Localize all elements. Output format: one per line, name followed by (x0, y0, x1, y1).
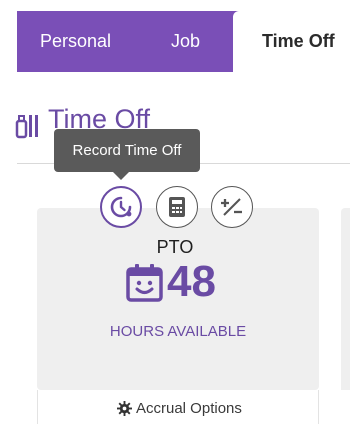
balance-value: 48 (167, 257, 216, 306)
tooltip-arrow (113, 172, 129, 180)
calculator-button[interactable] (156, 186, 198, 228)
tab-personal[interactable]: Personal (40, 11, 111, 72)
balance-label: HOURS AVAILABLE (109, 323, 247, 340)
record-time-off-button[interactable] (100, 186, 142, 228)
tab-time-off-label: Time Off (262, 31, 335, 51)
calculator-icon (169, 197, 185, 217)
pto-label: PTO (156, 237, 194, 257)
suitcase-icon (15, 115, 38, 139)
next-card-edge (341, 208, 350, 390)
accrual-options-link[interactable]: Accrual Options (136, 400, 242, 417)
calendar-smile-icon (126, 264, 163, 302)
adjust-balance-button[interactable] (211, 186, 253, 228)
tab-job[interactable]: Job (171, 11, 200, 72)
clock-icon (110, 196, 132, 218)
tab-time-off[interactable]: Time Off (233, 11, 350, 72)
plus-minus-icon (221, 198, 242, 216)
gear-icon (117, 401, 132, 416)
tooltip: Record Time Off (54, 129, 200, 172)
